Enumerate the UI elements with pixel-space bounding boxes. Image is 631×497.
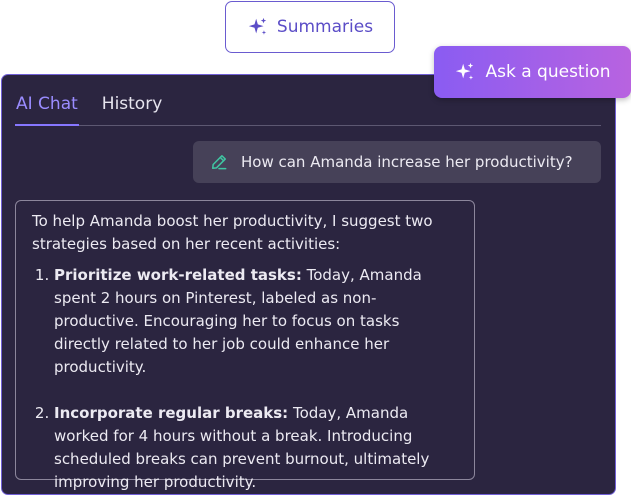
answer-list: Prioritize work-related tasks: Today, Am…	[32, 264, 460, 494]
list-item-title: Incorporate regular breaks:	[54, 404, 289, 422]
summaries-button[interactable]: Summaries	[225, 1, 395, 53]
ai-answer-box: To help Amanda boost her productivity, I…	[15, 200, 475, 491]
sparkles-icon	[248, 17, 267, 35]
ask-question-button-label: Ask a question	[485, 62, 611, 82]
list-item-title: Prioritize work-related tasks:	[54, 266, 302, 284]
list-item: Incorporate regular breaks: Today, Amand…	[54, 402, 460, 494]
sparkles-icon	[456, 62, 474, 80]
user-question-bubble: How can Amanda increase her productivity…	[193, 141, 601, 183]
tab-history[interactable]: History	[101, 93, 163, 125]
tab-ai-chat[interactable]: AI Chat	[15, 93, 79, 126]
list-item: Prioritize work-related tasks: Today, Am…	[54, 264, 460, 379]
ask-question-button[interactable]: Ask a question	[434, 46, 631, 98]
user-question-text: How can Amanda increase her productivity…	[241, 153, 573, 171]
answer-intro: To help Amanda boost her productivity, I…	[32, 212, 433, 253]
pen-icon	[212, 155, 227, 170]
summaries-button-label: Summaries	[276, 17, 374, 37]
